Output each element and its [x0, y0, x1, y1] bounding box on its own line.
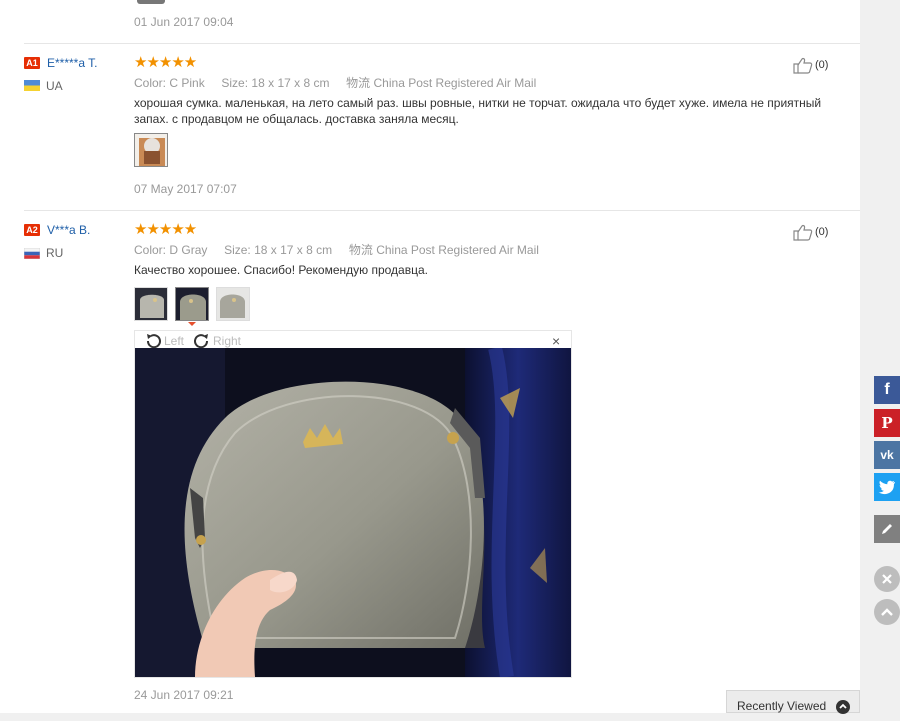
- size-label: Size:: [221, 76, 249, 90]
- previous-review-photo-thumb[interactable]: [137, 0, 165, 4]
- helpful-count: (0): [815, 226, 829, 238]
- pinterest-icon: P: [881, 414, 893, 432]
- size-value: 18 x 17 x 8 cm: [254, 243, 333, 257]
- review-photo-thumb[interactable]: [134, 287, 168, 321]
- chevron-up-icon: [881, 608, 893, 616]
- review-separator: [24, 43, 860, 44]
- chevron-up-glyph: [839, 703, 847, 709]
- buyer-level-badge: A2: [24, 224, 40, 236]
- review-photo-thumb[interactable]: [216, 287, 250, 321]
- color-value: C Pink: [169, 76, 205, 90]
- size-value: 18 x 17 x 8 cm: [251, 76, 330, 90]
- order-info: Color: D Gray Size: 18 x 17 x 8 cm 物流 Ch…: [134, 241, 539, 258]
- close-share-bar-button[interactable]: [874, 566, 900, 592]
- twitter-bird-icon: [878, 480, 895, 494]
- close-viewer-button[interactable]: ×: [552, 333, 560, 349]
- shipping-label: 物流: [348, 243, 373, 257]
- back-to-top-button[interactable]: [874, 599, 900, 625]
- shipping-label: 物流: [346, 76, 371, 90]
- star-rating: ★★★★★: [134, 221, 197, 238]
- helpful-button[interactable]: (0): [793, 56, 828, 74]
- review-photo-thumb-selected[interactable]: [175, 287, 209, 321]
- buyer-country: RU: [46, 246, 64, 260]
- rotate-left-label: Left: [164, 334, 185, 348]
- facebook-icon: f: [884, 381, 890, 398]
- thumbs-up-icon: [793, 57, 813, 74]
- review-date: 07 May 2017 07:07: [134, 182, 237, 196]
- buyer-country: UA: [46, 79, 63, 93]
- pinterest-share-button[interactable]: P: [874, 409, 900, 437]
- color-label: Color:: [134, 76, 167, 90]
- russia-flag-icon: [24, 248, 40, 259]
- thumbs-up-icon: [793, 224, 813, 241]
- order-info: Color: C Pink Size: 18 x 17 x 8 cm 物流 Ch…: [134, 74, 536, 91]
- photo-thumbnail-image: [135, 134, 167, 166]
- rotate-right-label: Right: [213, 334, 242, 348]
- twitter-share-button[interactable]: [874, 473, 900, 501]
- vk-share-button[interactable]: vk: [874, 441, 900, 469]
- facebook-share-button[interactable]: f: [874, 376, 900, 404]
- rotate-left-button[interactable]: Left: [143, 333, 184, 349]
- review-photo-thumb[interactable]: [134, 133, 168, 167]
- rotate-right-icon: [194, 334, 209, 349]
- buyer-name: V***a B.: [47, 223, 91, 237]
- photo-thumbnail-image: [217, 288, 249, 320]
- review-photo-large: [135, 348, 571, 677]
- helpful-button[interactable]: (0): [793, 223, 828, 241]
- previous-review-date: 01 Jun 2017 09:04: [134, 15, 234, 29]
- helpful-count: (0): [815, 59, 829, 71]
- chevron-up-icon[interactable]: [836, 700, 850, 714]
- photo-thumbnail-image: [135, 288, 167, 320]
- photo-viewer: Left Right ×: [134, 330, 572, 678]
- photo-thumbnail-image: [176, 288, 208, 320]
- shipping-value: China Post Registered Air Mail: [376, 243, 539, 257]
- selected-thumb-indicator: [188, 322, 196, 326]
- color-label: Color:: [134, 243, 167, 257]
- pencil-icon: [882, 524, 892, 534]
- review-date: 24 Jun 2017 09:21: [134, 688, 234, 702]
- review-separator: [24, 210, 860, 211]
- buyer-level-badge: A1: [24, 57, 40, 69]
- bag-photo-image: [135, 348, 571, 677]
- recently-viewed-label: Recently Viewed: [737, 699, 827, 713]
- shipping-value: China Post Registered Air Mail: [373, 76, 537, 90]
- rotate-right-button[interactable]: Right: [192, 333, 241, 349]
- rotate-left-icon: [146, 334, 161, 349]
- edit-note-button[interactable]: [874, 515, 900, 543]
- close-icon: [882, 574, 892, 584]
- ukraine-flag-icon: [24, 80, 40, 91]
- buyer-name: E*****a T.: [47, 56, 98, 70]
- vk-icon: vk: [880, 448, 894, 462]
- review-text: Качество хорошее. Спасибо! Рекомендую пр…: [134, 263, 428, 277]
- star-rating: ★★★★★: [134, 54, 197, 71]
- color-value: D Gray: [169, 243, 208, 257]
- size-label: Size:: [224, 243, 251, 257]
- review-text: хорошая сумка. маленькая, на лето самый …: [134, 96, 822, 126]
